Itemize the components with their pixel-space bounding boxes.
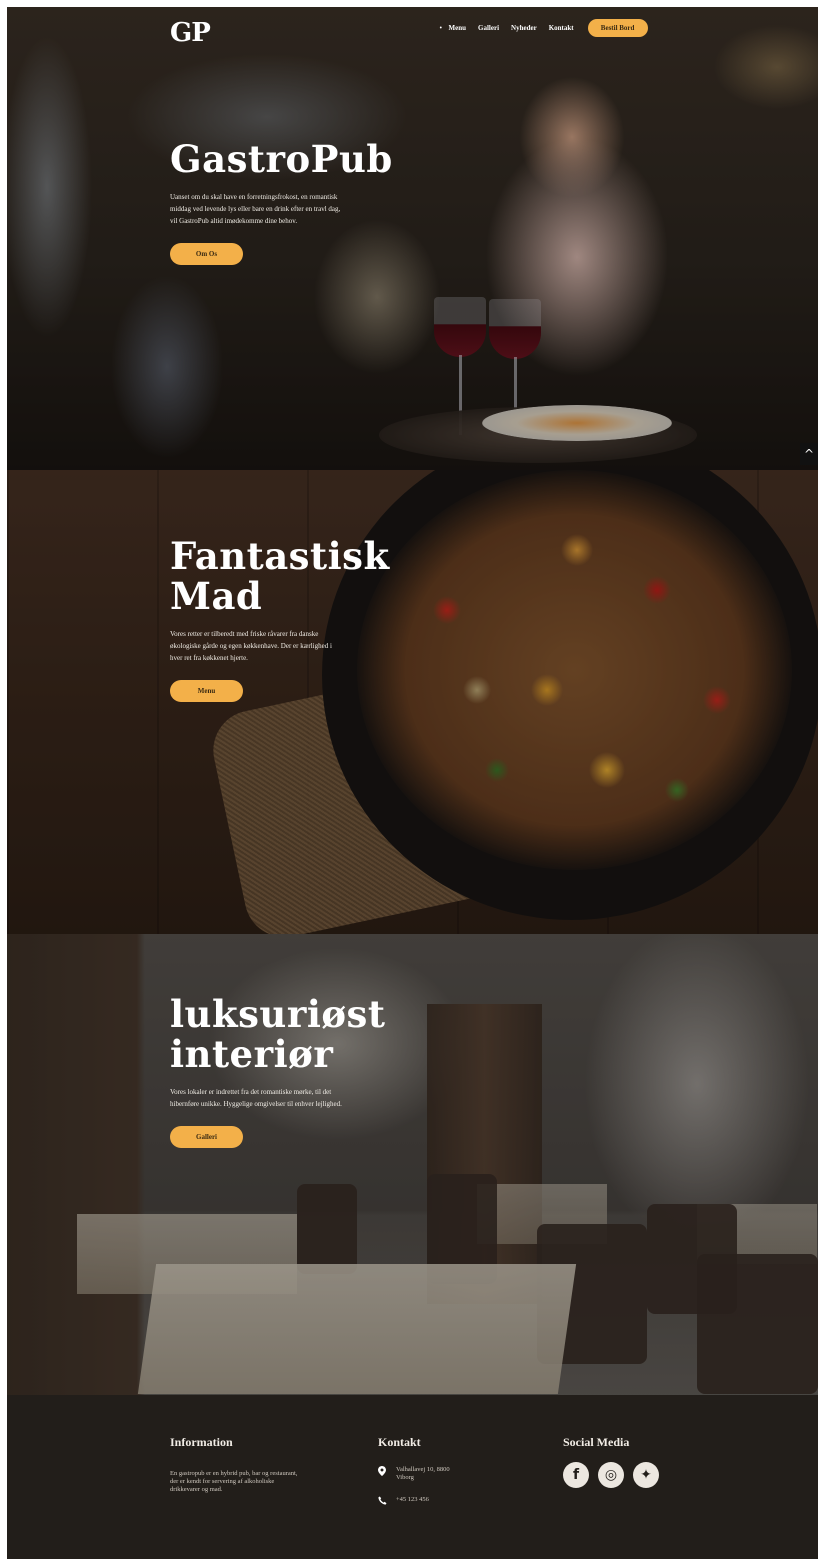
footer: Information En gastropub er en hybrid pu… xyxy=(7,1395,818,1559)
book-table-button[interactable]: Bestil Bord xyxy=(587,19,648,37)
nav-link-menu[interactable]: Menu xyxy=(449,19,467,37)
location-pin-icon xyxy=(378,1466,388,1479)
footer-heading: Social Media xyxy=(563,1435,630,1449)
nav-links: • Menu Galleri Nyheder Kontakt Bestil Bo… xyxy=(439,19,648,37)
footer-contact: Kontakt Valhallavej 10, 8800 Viborg +45 … xyxy=(378,1435,466,1508)
hero-title: luksuriøst interiør xyxy=(170,992,386,1076)
footer-information: Information En gastropub er en hybrid pu… xyxy=(170,1435,305,1494)
hero-gastropub-content: GastroPub Uanset om du skal have en forr… xyxy=(170,139,393,265)
hero-interior-content: luksuriøst interiør Vores lokaler er ind… xyxy=(170,994,400,1148)
gallery-button[interactable]: Galleri xyxy=(170,1126,243,1148)
logo[interactable]: GP xyxy=(170,18,211,48)
footer-info-text: En gastropub er en hybrid pub, bar og re… xyxy=(170,1470,298,1493)
hero-interior: luksuriøst interiør Vores lokaler er ind… xyxy=(7,934,818,1395)
phone-icon xyxy=(378,1496,388,1508)
hero-food-content: Fantastisk Mad Vores retter er tilberedt… xyxy=(170,536,390,702)
nav-link-galleri[interactable]: Galleri xyxy=(478,19,499,37)
contact-phone[interactable]: +45 123 456 xyxy=(396,1496,429,1504)
page: GP • Menu Galleri Nyheder Kontakt Bestil… xyxy=(7,7,818,1559)
hero-description: Vores retter er tilberedt med friske råv… xyxy=(170,630,332,662)
contact-phone-row: +45 123 456 xyxy=(378,1496,466,1508)
hero-description: Uanset om du skal have en forretningsfro… xyxy=(170,193,341,225)
footer-social-media: Social Media f ◎ ✦ xyxy=(563,1435,668,1488)
contact-address-row: Valhallavej 10, 8800 Viborg xyxy=(378,1466,466,1482)
top-navigation: GP • Menu Galleri Nyheder Kontakt Bestil… xyxy=(7,7,818,51)
scroll-to-top-button[interactable]: ^ xyxy=(800,443,818,465)
instagram-icon[interactable]: ◎ xyxy=(598,1462,624,1488)
about-us-button[interactable]: Om Os xyxy=(170,243,243,265)
hero-title: Fantastisk Mad xyxy=(170,534,390,618)
social-icons: f ◎ ✦ xyxy=(563,1462,668,1488)
twitter-icon[interactable]: ✦ xyxy=(633,1462,659,1488)
contact-address: Valhallavej 10, 8800 Viborg xyxy=(396,1466,450,1481)
footer-heading: Kontakt xyxy=(378,1435,421,1449)
hero-title: GastroPub xyxy=(170,137,393,181)
facebook-icon[interactable]: f xyxy=(563,1462,589,1488)
footer-heading: Information xyxy=(170,1435,233,1449)
menu-button[interactable]: Menu xyxy=(170,680,243,702)
hero-gastropub: GP • Menu Galleri Nyheder Kontakt Bestil… xyxy=(7,7,818,470)
hero-description: Vores lokaler er indrettet fra det roman… xyxy=(170,1088,342,1108)
nav-link-nyheder[interactable]: Nyheder xyxy=(511,19,537,37)
hero-food: Fantastisk Mad Vores retter er tilberedt… xyxy=(7,470,818,934)
nav-link-kontakt[interactable]: Kontakt xyxy=(549,19,574,37)
nav-bullet: • xyxy=(439,24,443,32)
